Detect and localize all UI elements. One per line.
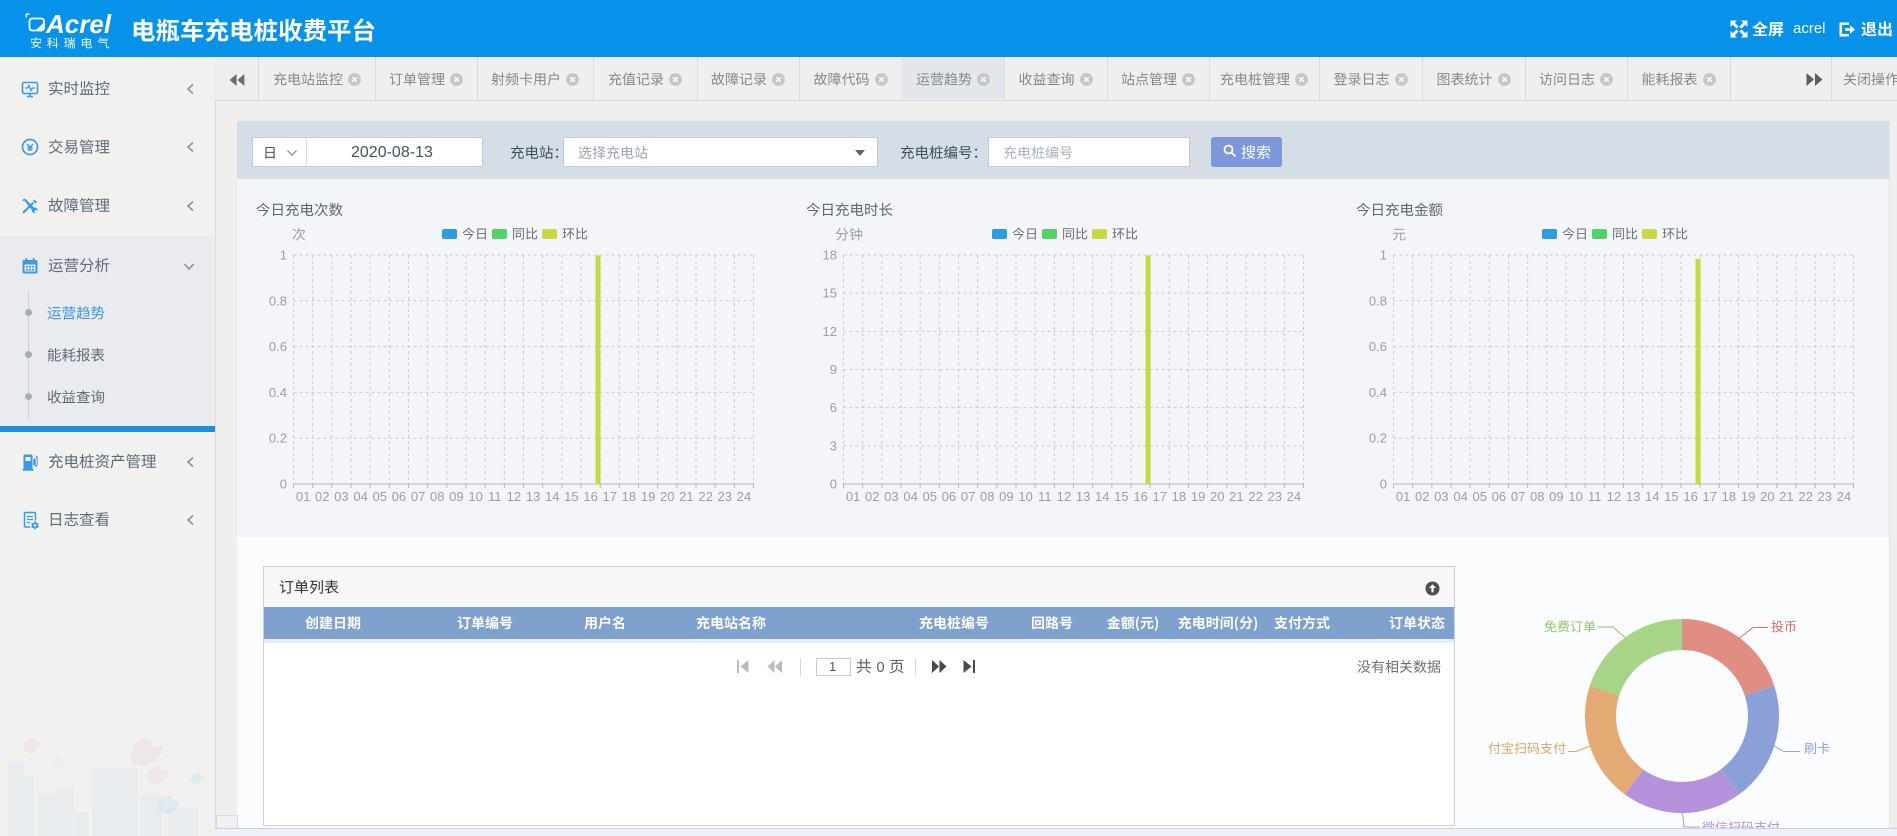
svg-text:16: 16 [583, 489, 597, 504]
svg-text:10: 10 [1568, 489, 1582, 504]
svg-text:06: 06 [942, 489, 956, 504]
svg-text:03: 03 [884, 489, 898, 504]
svg-text:0.4: 0.4 [269, 385, 287, 400]
svg-text:15: 15 [564, 489, 578, 504]
svg-text:13: 13 [1626, 489, 1640, 504]
svg-text:12: 12 [823, 324, 837, 339]
svg-text:3: 3 [830, 438, 837, 453]
svg-text:01: 01 [296, 489, 310, 504]
svg-text:04: 04 [1453, 489, 1467, 504]
svg-text:08: 08 [1530, 489, 1544, 504]
svg-text:12: 12 [1607, 489, 1621, 504]
svg-text:14: 14 [1095, 489, 1109, 504]
svg-text:10: 10 [468, 489, 482, 504]
svg-text:13: 13 [526, 489, 540, 504]
svg-text:14: 14 [545, 489, 559, 504]
svg-text:02: 02 [865, 489, 879, 504]
svg-text:1: 1 [280, 248, 287, 263]
svg-text:22: 22 [1248, 489, 1262, 504]
svg-text:24: 24 [1837, 489, 1851, 504]
svg-text:19: 19 [1741, 489, 1755, 504]
svg-text:0: 0 [280, 477, 287, 492]
svg-text:12: 12 [507, 489, 521, 504]
svg-text:15: 15 [823, 286, 837, 301]
svg-text:21: 21 [1779, 489, 1793, 504]
svg-text:17: 17 [1153, 489, 1167, 504]
svg-text:08: 08 [430, 489, 444, 504]
svg-text:15: 15 [1664, 489, 1678, 504]
svg-text:01: 01 [846, 489, 860, 504]
svg-text:24: 24 [1287, 489, 1301, 504]
svg-text:24: 24 [737, 489, 751, 504]
svg-text:16: 16 [1133, 489, 1147, 504]
svg-text:15: 15 [1114, 489, 1128, 504]
svg-text:16: 16 [1683, 489, 1697, 504]
svg-text:11: 11 [1588, 489, 1602, 504]
svg-text:05: 05 [923, 489, 937, 504]
svg-text:0.6: 0.6 [1369, 339, 1387, 354]
svg-text:07: 07 [1511, 489, 1525, 504]
svg-text:18: 18 [823, 248, 837, 263]
svg-text:05: 05 [1473, 489, 1487, 504]
svg-text:0.8: 0.8 [269, 293, 287, 308]
svg-text:04: 04 [353, 489, 367, 504]
svg-text:0.2: 0.2 [1369, 431, 1387, 446]
svg-text:23: 23 [718, 489, 732, 504]
svg-text:17: 17 [1703, 489, 1717, 504]
svg-text:06: 06 [1492, 489, 1506, 504]
svg-text:10: 10 [1018, 489, 1032, 504]
svg-text:0: 0 [1380, 477, 1387, 492]
svg-text:0: 0 [830, 477, 837, 492]
svg-text:02: 02 [315, 489, 329, 504]
svg-text:08: 08 [980, 489, 994, 504]
svg-text:06: 06 [392, 489, 406, 504]
svg-text:09: 09 [1549, 489, 1563, 504]
svg-text:19: 19 [1191, 489, 1205, 504]
svg-text:04: 04 [903, 489, 917, 504]
svg-text:23: 23 [1268, 489, 1282, 504]
svg-text:07: 07 [411, 489, 425, 504]
svg-text:22: 22 [1798, 489, 1812, 504]
svg-text:1: 1 [1380, 248, 1387, 263]
svg-text:20: 20 [660, 489, 674, 504]
svg-text:11: 11 [488, 489, 502, 504]
svg-text:9: 9 [830, 362, 837, 377]
svg-text:07: 07 [961, 489, 975, 504]
svg-text:0.6: 0.6 [269, 339, 287, 354]
svg-text:02: 02 [1415, 489, 1429, 504]
svg-text:20: 20 [1210, 489, 1224, 504]
svg-text:22: 22 [698, 489, 712, 504]
svg-text:21: 21 [679, 489, 693, 504]
svg-text:09: 09 [449, 489, 463, 504]
svg-text:13: 13 [1076, 489, 1090, 504]
svg-text:19: 19 [641, 489, 655, 504]
svg-text:0.8: 0.8 [1369, 293, 1387, 308]
svg-text:11: 11 [1038, 489, 1052, 504]
svg-text:03: 03 [1434, 489, 1448, 504]
svg-text:0.2: 0.2 [269, 431, 287, 446]
svg-text:20: 20 [1760, 489, 1774, 504]
svg-text:18: 18 [1722, 489, 1736, 504]
svg-text:18: 18 [1172, 489, 1186, 504]
svg-text:0.4: 0.4 [1369, 385, 1387, 400]
svg-text:12: 12 [1057, 489, 1071, 504]
svg-text:09: 09 [999, 489, 1013, 504]
svg-text:23: 23 [1818, 489, 1832, 504]
svg-text:18: 18 [622, 489, 636, 504]
svg-text:03: 03 [334, 489, 348, 504]
svg-text:6: 6 [830, 400, 837, 415]
svg-text:17: 17 [603, 489, 617, 504]
svg-text:01: 01 [1396, 489, 1410, 504]
svg-text:05: 05 [373, 489, 387, 504]
svg-text:14: 14 [1645, 489, 1659, 504]
svg-text:21: 21 [1229, 489, 1243, 504]
